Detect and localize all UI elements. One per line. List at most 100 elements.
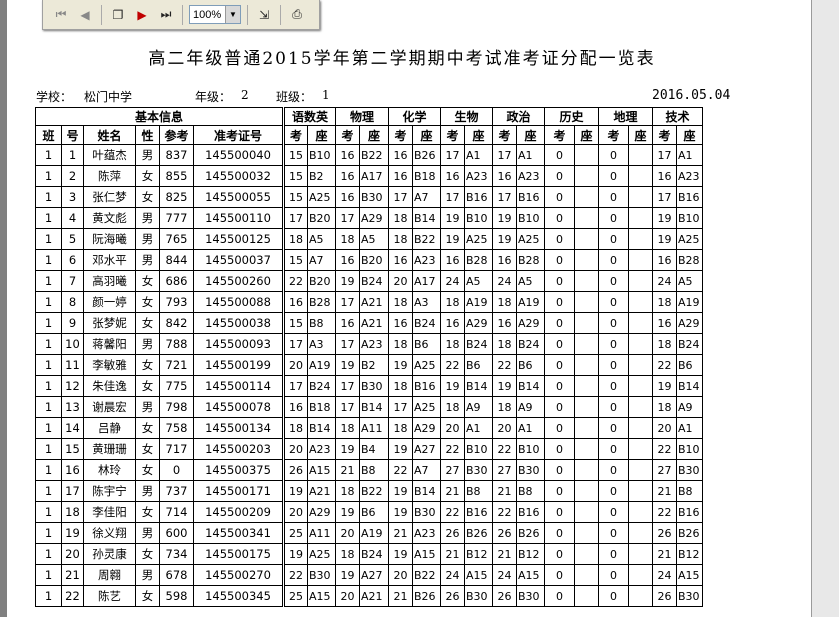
exam-room-cell: 19 [388, 354, 413, 376]
exam-room-cell: 0 [598, 228, 629, 250]
exam-room-cell: 20 [282, 501, 308, 523]
number-cell: 2 [61, 165, 84, 187]
seat-cell [628, 480, 653, 502]
number-cell: 16 [61, 459, 84, 481]
exam-room-cell: 18 [388, 417, 413, 439]
zuo-header: 座 [516, 125, 545, 145]
exam-room-cell: 16 [335, 186, 360, 208]
exam-room-cell: 26 [652, 522, 677, 544]
exam-room-cell: 0 [544, 396, 575, 418]
seat-cell: A5 [359, 228, 389, 250]
ticket-id-cell: 145500260 [193, 270, 284, 292]
seat-cell: B28 [464, 249, 493, 271]
number-cell: 14 [61, 417, 84, 439]
class-cell: 1 [35, 165, 62, 187]
last-page-icon[interactable]: ⏭ [156, 5, 176, 25]
exam-room-cell: 16 [652, 249, 677, 271]
exam-room-cell: 22 [652, 501, 677, 523]
exam-room-cell: 0 [544, 438, 575, 460]
seat-cell: B10 [676, 438, 703, 460]
subject-header: 语数英 [282, 107, 336, 126]
exam-room-cell: 24 [440, 270, 465, 292]
class-cell: 1 [35, 543, 62, 565]
subject-header: 物理 [335, 107, 389, 126]
seat-cell: B30 [676, 459, 703, 481]
exam-room-cell: 20 [335, 522, 360, 544]
exam-room-cell: 0 [544, 165, 575, 187]
exam-room-cell: 19 [492, 228, 517, 250]
exam-room-cell: 16 [335, 312, 360, 334]
exam-room-cell: 20 [440, 417, 465, 439]
exam-room-cell: 19 [388, 543, 413, 565]
class-value: 1 [322, 88, 330, 102]
copy-icon[interactable]: ❐ [108, 5, 128, 25]
exam-room-cell: 17 [335, 375, 360, 397]
exam-room-cell: 18 [652, 333, 677, 355]
seat-cell: B24 [359, 270, 389, 292]
exam-room-cell: 0 [598, 480, 629, 502]
exam-room-cell: 0 [544, 480, 575, 502]
sex-cell: 男 [135, 396, 160, 418]
exam-room-cell: 24 [492, 564, 517, 586]
seat-cell: B30 [464, 585, 493, 607]
seat-cell: A19 [464, 291, 493, 313]
name-cell: 周翱 [83, 564, 136, 586]
subject-header: 历史 [544, 107, 599, 126]
seat-cell [628, 333, 653, 355]
exam-room-cell: 17 [388, 396, 413, 418]
seat-cell: A27 [359, 564, 389, 586]
first-page-icon[interactable]: ⏮ [51, 5, 71, 25]
class-cell: 1 [35, 522, 62, 544]
seat-cell [628, 501, 653, 523]
prev-page-icon[interactable]: ◀ [75, 5, 95, 25]
exam-room-cell: 24 [652, 564, 677, 586]
exam-room-cell: 22 [388, 459, 413, 481]
exam-room-cell: 16 [282, 396, 308, 418]
exam-room-cell: 26 [282, 459, 308, 481]
exam-room-cell: 0 [544, 291, 575, 313]
print-icon[interactable]: ⎙ [287, 5, 307, 25]
seat-cell: B16 [676, 501, 703, 523]
class-cell: 1 [35, 501, 62, 523]
name-cell: 李佳阳 [83, 501, 136, 523]
seat-cell: B4 [359, 438, 389, 460]
seat-cell: B8 [464, 480, 493, 502]
chevron-down-icon[interactable]: ▼ [225, 6, 240, 23]
seat-cell: B6 [516, 354, 545, 376]
seat-cell: A7 [412, 459, 441, 481]
subject-header: 化学 [388, 107, 441, 126]
seat-cell [574, 270, 599, 292]
ticket-id-cell: 145500341 [193, 522, 284, 544]
exam-room-cell: 17 [492, 186, 517, 208]
seat-cell [574, 480, 599, 502]
sex-cell: 女 [135, 270, 160, 292]
seat-cell: A25 [516, 228, 545, 250]
exam-room-cell: 0 [544, 522, 575, 544]
class-cell: 1 [35, 144, 62, 166]
seat-cell [574, 522, 599, 544]
exam-room-cell: 18 [492, 291, 517, 313]
name-cell: 孙灵康 [83, 543, 136, 565]
ck-cell: 775 [159, 375, 194, 397]
export-icon[interactable]: ⇲ [254, 5, 274, 25]
seat-cell: B12 [516, 543, 545, 565]
next-page-icon[interactable]: ▶ [132, 5, 152, 25]
exam-room-cell: 16 [492, 249, 517, 271]
ck-cell: 855 [159, 165, 194, 187]
number-cell: 1 [61, 144, 84, 166]
column-header: 参考 [159, 125, 194, 145]
ticket-id-cell: 145500088 [193, 291, 284, 313]
number-cell: 13 [61, 396, 84, 418]
seat-cell: B26 [464, 522, 493, 544]
ck-cell: 788 [159, 333, 194, 355]
report-date: 2016.05.04 [652, 88, 731, 103]
seat-cell: B30 [307, 564, 336, 586]
ck-cell: 686 [159, 270, 194, 292]
seat-cell: B26 [676, 522, 703, 544]
zoom-select[interactable]: 100% ▼ [189, 5, 241, 24]
seat-cell: A21 [359, 291, 389, 313]
seat-cell [574, 417, 599, 439]
seat-cell: A23 [412, 522, 441, 544]
table-row: 1 3 张仁梦女 825 145500055 15 A25 16 B30 17 A7 17 B16 17 B… [35, 186, 703, 208]
vertical-scrollbar[interactable] [811, 0, 839, 617]
